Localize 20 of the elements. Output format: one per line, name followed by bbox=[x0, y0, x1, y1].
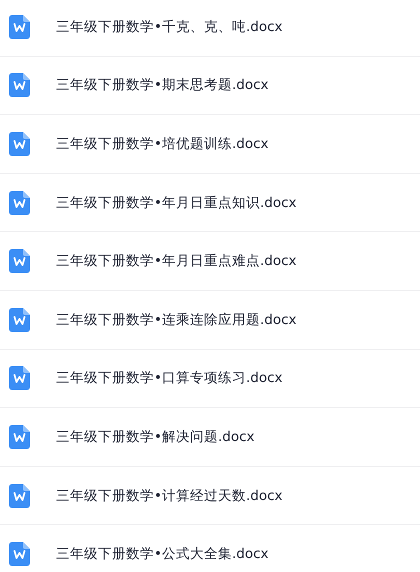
file-name[interactable]: 三年级下册数学•公式大全集.docx bbox=[56, 545, 268, 564]
document-icon bbox=[9, 424, 30, 449]
document-icon bbox=[9, 484, 30, 508]
file-name[interactable]: 三年级下册数学•计算经过天数.docx bbox=[56, 486, 282, 505]
document-icon bbox=[9, 132, 30, 156]
file-name[interactable]: 三年级下册数学•年月日重点难点.docx bbox=[56, 252, 296, 270]
document-icon bbox=[9, 249, 30, 274]
file-name[interactable]: 三年级下册数学•口算专项练习.docx bbox=[56, 369, 282, 388]
file-name[interactable]: 三年级下册数学•解决问题.docx bbox=[56, 428, 254, 446]
file-name[interactable]: 三年级下册数学•培优题训练.docx bbox=[56, 134, 268, 153]
document-icon bbox=[9, 542, 30, 566]
file-name[interactable]: 三年级下册数学•连乘连除应用题.docx bbox=[56, 310, 296, 329]
document-icon bbox=[9, 73, 30, 98]
document-icon bbox=[9, 190, 30, 215]
file-name[interactable]: 三年级下册数学•期末思考题.docx bbox=[56, 76, 268, 94]
file-name[interactable]: 三年级下册数学•千克、克、吨.docx bbox=[56, 18, 282, 36]
document-icon bbox=[9, 366, 30, 390]
document-icon bbox=[9, 14, 30, 39]
file-name[interactable]: 三年级下册数学•年月日重点知识.docx bbox=[56, 194, 296, 212]
document-icon bbox=[9, 308, 30, 332]
